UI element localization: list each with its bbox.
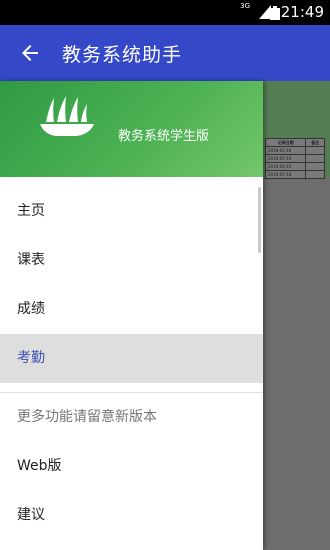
table-header-row: 记录日期 备注: [264, 138, 325, 147]
menu-item-timetable[interactable]: 课表: [0, 236, 263, 285]
sailboat-logo-icon: [40, 96, 94, 136]
attendance-table: 记录日期 备注 2018-05-18 2018-05-19 2018-04-20…: [264, 138, 325, 179]
table-cell: 2018-05-18: [264, 146, 307, 155]
menu-section-note: 更多功能请留意新版本: [17, 409, 157, 425]
table-row: 2018-05-19: [264, 154, 325, 163]
table-cell: 2018-05-19: [264, 154, 307, 163]
menu-item-web-version[interactable]: Web版: [0, 442, 263, 491]
menu-item-home[interactable]: 主页: [0, 187, 263, 236]
navigation-drawer: 教务系统学生版 主页 课表 成绩 考勤 更多功能请留意新版本 Web版 建议: [0, 81, 263, 550]
battery-icon: [270, 6, 280, 20]
menu-item-grades[interactable]: 成绩: [0, 285, 263, 334]
table-header-cell: 备注: [305, 138, 325, 147]
status-bar: 3G 21:49: [0, 0, 330, 25]
menu-item-attendance[interactable]: 考勤: [0, 334, 263, 383]
back-arrow-icon[interactable]: [18, 41, 42, 65]
drawer-scrollbar[interactable]: [258, 187, 261, 253]
app-title: 教务系统助手: [62, 44, 183, 66]
app-bar: 教务系统助手: [0, 25, 330, 81]
drawer-header: 教务系统学生版: [0, 81, 263, 177]
network-type-label: 3G: [240, 2, 250, 10]
clock: 21:49: [280, 3, 324, 21]
table-header-cell: 记录日期: [264, 138, 307, 147]
table-cell: 2018-04-20: [264, 162, 307, 171]
drawer-subtitle: 教务系统学生版: [118, 129, 210, 144]
table-row: 2018-04-20: [264, 162, 325, 171]
table-row: 2018-05-18: [264, 170, 325, 179]
table-row: 2018-05-18: [264, 146, 325, 155]
menu-item-feedback[interactable]: 建议: [0, 491, 263, 540]
table-cell: 2018-05-18: [264, 170, 307, 179]
